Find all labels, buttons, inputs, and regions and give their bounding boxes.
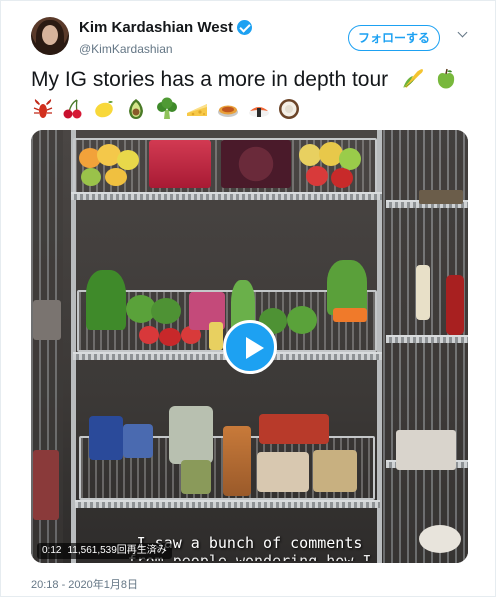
- verified-badge-icon: [236, 20, 252, 36]
- display-name[interactable]: Kim Kardashian West: [79, 19, 233, 36]
- coconut-emoji-icon: [279, 99, 299, 119]
- play-icon: [246, 337, 264, 359]
- sushi-emoji-icon: [249, 107, 269, 117]
- follow-button[interactable]: フォローする: [348, 25, 440, 51]
- emoji-row: [31, 97, 471, 125]
- green-apple-emoji-icon: [437, 68, 454, 89]
- cheese-emoji-icon: [187, 104, 207, 116]
- lobster-emoji-icon: [33, 99, 53, 118]
- tweet-text-content: My IG stories has a more in depth tour: [31, 68, 389, 91]
- corn-emoji-icon: [403, 69, 423, 88]
- pie-emoji-icon: [218, 105, 238, 117]
- avocado-emoji-icon: [129, 99, 143, 119]
- tweet-text: My IG stories has a more in depth tour: [31, 65, 471, 95]
- tweet-card: Kim Kardashian West @KimKardashian フォローす…: [0, 0, 496, 597]
- video-stats: 0:12 11,561,539回再生済み: [37, 543, 172, 559]
- tweet-timestamp[interactable]: 20:18 - 2020年1月8日: [31, 576, 138, 592]
- cherries-emoji-icon: [63, 99, 82, 119]
- play-button[interactable]: [223, 320, 277, 374]
- tweet-header: Kim Kardashian West @KimKardashian フォローす…: [31, 15, 471, 59]
- chevron-down-icon[interactable]: [457, 29, 469, 41]
- user-handle[interactable]: @KimKardashian: [79, 42, 252, 56]
- author-names: Kim Kardashian West @KimKardashian: [79, 19, 252, 56]
- view-count: 11,561,539回再生済み: [67, 545, 167, 556]
- video-player[interactable]: I saw a bunch of comments from people wo…: [31, 130, 468, 563]
- avatar[interactable]: [31, 17, 69, 55]
- video-duration: 0:12: [42, 545, 62, 556]
- broccoli-emoji-icon: [157, 97, 177, 119]
- lemon-emoji-icon: [95, 101, 113, 118]
